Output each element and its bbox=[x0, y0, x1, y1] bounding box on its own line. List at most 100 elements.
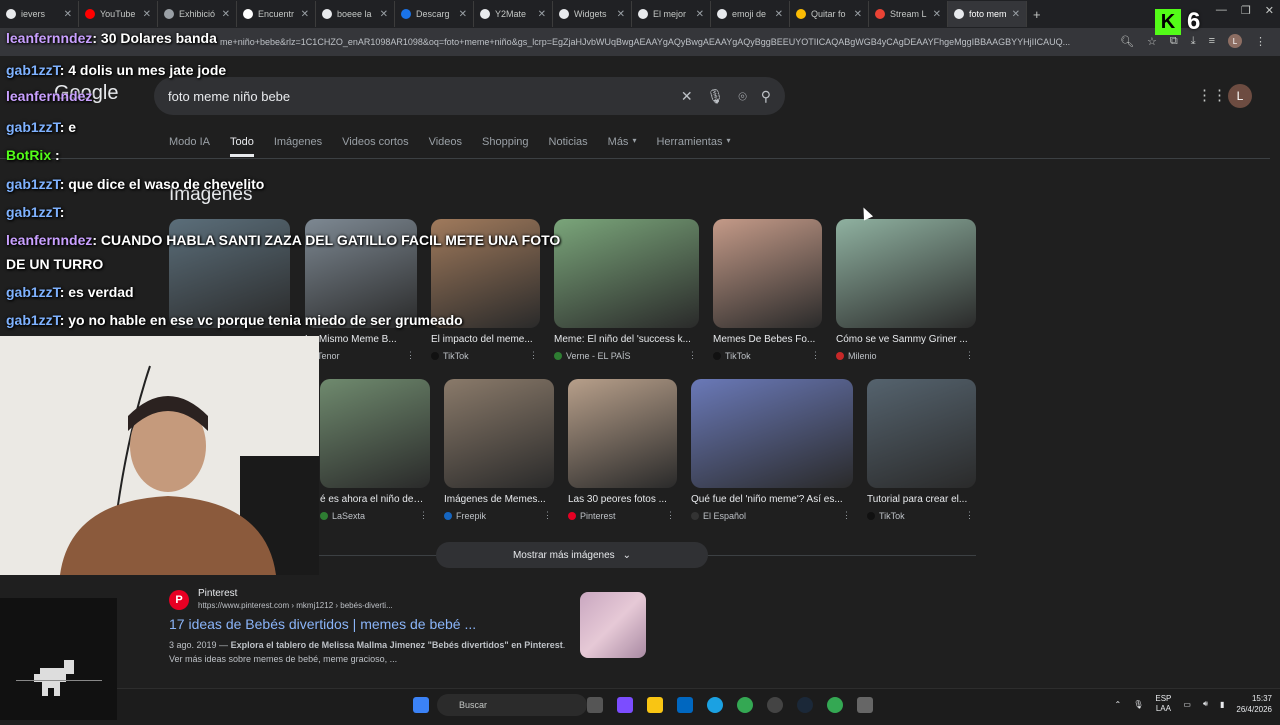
tray-chevron-icon[interactable]: ⌃ bbox=[1115, 700, 1122, 709]
browser-tab[interactable]: El mejor ✕ bbox=[632, 1, 711, 27]
result-title-link[interactable]: 17 ideas de Bebés divertidos | memes de … bbox=[169, 616, 589, 632]
bookmark-star-icon[interactable]: ☆ bbox=[1147, 35, 1157, 48]
image-result[interactable]: Imágenes de Memes... Freepik ⋮ bbox=[444, 379, 554, 521]
browser-tab[interactable]: Encuentr ✕ bbox=[237, 1, 316, 27]
reading-list-icon[interactable]: ≡ bbox=[1209, 35, 1215, 47]
more-options-icon[interactable]: ⋮ bbox=[529, 350, 538, 361]
tab-close-icon[interactable]: ✕ bbox=[64, 9, 72, 20]
volume-icon[interactable]: 🔊︎ bbox=[1203, 699, 1208, 709]
steam-icon[interactable] bbox=[797, 697, 813, 713]
image-caption[interactable]: Cómo se ve Sammy Griner ... bbox=[836, 334, 976, 345]
more-options-icon[interactable]: ⋮ bbox=[965, 510, 974, 521]
language-indicator[interactable]: ESP LAA bbox=[1155, 694, 1171, 714]
image-result[interactable]: Memes De Bebes Fo... TikTok ⋮ bbox=[713, 219, 822, 361]
obs-icon[interactable] bbox=[767, 697, 783, 713]
image-thumbnail[interactable] bbox=[320, 379, 430, 488]
result-url[interactable]: https://www.pinterest.com › mkmj1212 › b… bbox=[198, 601, 589, 610]
extensions-icon[interactable]: ⧉ bbox=[1170, 35, 1178, 48]
minimize-icon[interactable]: — bbox=[1216, 4, 1227, 17]
image-caption[interactable]: Qué fue del 'niño meme'? Así es... bbox=[691, 494, 853, 505]
maximize-icon[interactable]: ❐ bbox=[1241, 4, 1251, 17]
image-result[interactable]: Tutorial para crear el... TikTok ⋮ bbox=[867, 379, 976, 521]
nav-tab[interactable]: Más bbox=[608, 136, 629, 157]
image-thumbnail[interactable] bbox=[444, 379, 554, 488]
file-explorer-icon[interactable] bbox=[647, 697, 663, 713]
tab-close-icon[interactable]: ✕ bbox=[380, 9, 388, 20]
image-result[interactable]: Qué fue del 'niño meme'? Así es... El Esp… bbox=[691, 379, 853, 521]
browser-tab[interactable]: ievers ✕ bbox=[0, 1, 79, 27]
more-options-icon[interactable]: ⋮ bbox=[419, 510, 428, 521]
browser-tab[interactable]: Exhibició ✕ bbox=[158, 1, 237, 27]
result-thumbnail[interactable] bbox=[580, 592, 646, 658]
more-options-icon[interactable]: ⋮ bbox=[666, 510, 675, 521]
browser-menu-icon[interactable]: ⋮ bbox=[1255, 35, 1266, 48]
tab-close-icon[interactable]: ✕ bbox=[538, 9, 546, 20]
nav-tab[interactable]: Herramientas bbox=[656, 136, 722, 157]
task-view-icon[interactable] bbox=[587, 697, 603, 713]
battery-icon[interactable]: ▮ bbox=[1220, 700, 1224, 709]
chrome-profile-icon[interactable] bbox=[827, 697, 843, 713]
image-caption[interactable]: é es ahora el niño del ... bbox=[320, 494, 430, 505]
edge-icon[interactable] bbox=[707, 697, 723, 713]
more-options-icon[interactable]: ⋮ bbox=[842, 510, 851, 521]
more-options-icon[interactable]: ⋮ bbox=[543, 510, 552, 521]
image-caption[interactable]: Memes De Bebes Fo... bbox=[713, 334, 822, 345]
browser-tab[interactable]: Widgets ✕ bbox=[553, 1, 632, 27]
tab-close-icon[interactable]: ✕ bbox=[143, 9, 151, 20]
image-result[interactable]: Las 30 peores fotos ... Pinterest ⋮ bbox=[568, 379, 677, 521]
profile-avatar[interactable]: L bbox=[1228, 34, 1242, 48]
more-options-icon[interactable]: ⋮ bbox=[811, 350, 820, 361]
tab-close-icon[interactable]: ✕ bbox=[854, 9, 862, 20]
microphone-icon[interactable]: 🎙︎ bbox=[707, 88, 725, 105]
image-result[interactable]: Cómo se ve Sammy Griner ... Milenio ⋮ bbox=[836, 219, 976, 361]
new-tab-icon[interactable]: + bbox=[1033, 7, 1041, 22]
download-icon[interactable]: ⤓ bbox=[1191, 35, 1196, 48]
browser-tab[interactable]: boeee la ✕ bbox=[316, 1, 395, 27]
result-snippet-bold: Explora el tablero de Melissa Mallma Jim… bbox=[230, 640, 563, 650]
tab-close-icon[interactable]: ✕ bbox=[301, 9, 309, 20]
image-result[interactable]: é es ahora el niño del ... LaSexta ⋮ bbox=[320, 379, 430, 521]
tab-close-icon[interactable]: ✕ bbox=[1012, 9, 1020, 20]
browser-tab[interactable]: emoji de ✕ bbox=[711, 1, 790, 27]
image-caption[interactable]: Imágenes de Memes... bbox=[444, 494, 554, 505]
image-caption[interactable]: Las 30 peores fotos ... bbox=[568, 494, 677, 505]
search-icon[interactable]: ⚲ bbox=[761, 88, 771, 105]
image-thumbnail[interactable] bbox=[713, 219, 822, 328]
lens-icon[interactable]: ⌾ bbox=[738, 88, 746, 105]
taskbar-search[interactable]: Buscar bbox=[437, 694, 587, 716]
tab-close-icon[interactable]: ✕ bbox=[933, 9, 941, 20]
image-thumbnail[interactable] bbox=[568, 379, 677, 488]
copilot-icon[interactable] bbox=[617, 697, 633, 713]
zoom-icon[interactable]: 🔍︎ bbox=[1120, 35, 1134, 48]
image-caption[interactable]: Tutorial para crear el... bbox=[867, 494, 976, 505]
image-thumbnail[interactable] bbox=[867, 379, 976, 488]
more-options-icon[interactable]: ⋮ bbox=[688, 350, 697, 361]
windows-start-icon[interactable] bbox=[413, 697, 429, 713]
more-options-icon[interactable]: ⋮ bbox=[406, 350, 415, 361]
browser-tab[interactable]: Descarg ✕ bbox=[395, 1, 474, 27]
image-thumbnail[interactable] bbox=[691, 379, 853, 488]
show-more-images-button[interactable]: Mostrar más imágenes ⌄ bbox=[436, 542, 708, 568]
browser-tab[interactable]: Quitar fo ✕ bbox=[790, 1, 869, 27]
browser-tab[interactable]: foto mem ✕ bbox=[948, 1, 1027, 27]
tab-close-icon[interactable]: ✕ bbox=[617, 9, 625, 20]
browser-tab[interactable]: Stream L ✕ bbox=[869, 1, 948, 27]
clock-date: 26/4/2026 bbox=[1236, 705, 1272, 714]
store-icon[interactable] bbox=[677, 697, 693, 713]
clear-icon[interactable]: ✕ bbox=[681, 88, 693, 105]
tab-close-icon[interactable]: ✕ bbox=[775, 9, 783, 20]
chrome-icon[interactable] bbox=[737, 697, 753, 713]
browser-tab[interactable]: YouTube ✕ bbox=[79, 1, 158, 27]
clock[interactable]: 15:37 26/4/2026 bbox=[1236, 693, 1272, 715]
account-avatar[interactable]: L bbox=[1228, 84, 1252, 108]
image-thumbnail[interactable] bbox=[836, 219, 976, 328]
browser-tab[interactable]: Y2Mate ✕ bbox=[474, 1, 553, 27]
tab-close-icon[interactable]: ✕ bbox=[459, 9, 467, 20]
more-options-icon[interactable]: ⋮ bbox=[965, 350, 974, 361]
microphone-tray-icon[interactable]: 🎙︎ bbox=[1133, 700, 1143, 709]
tab-close-icon[interactable]: ✕ bbox=[222, 9, 230, 20]
tab-close-icon[interactable]: ✕ bbox=[696, 9, 704, 20]
network-icon[interactable]: ▭ bbox=[1183, 700, 1191, 709]
close-window-icon[interactable]: ✕ bbox=[1265, 4, 1274, 17]
app-icon[interactable] bbox=[857, 697, 873, 713]
